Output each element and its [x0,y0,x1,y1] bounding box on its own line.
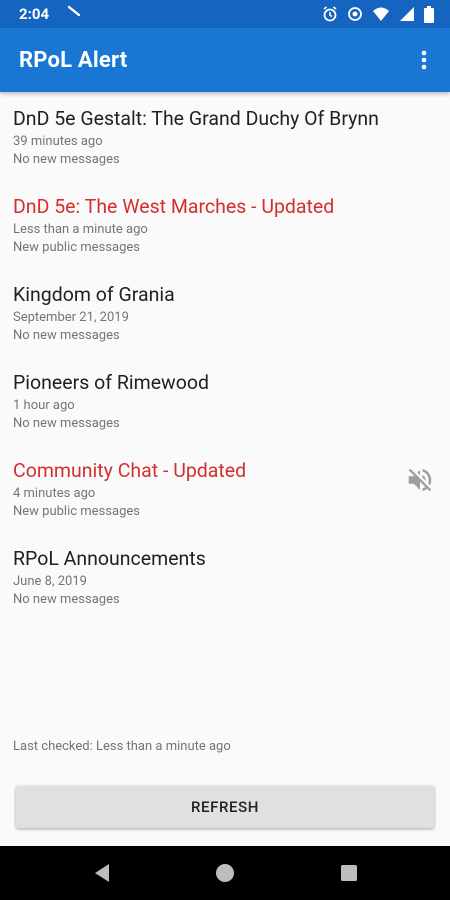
game-title: Pioneers of Rimewood [13,371,209,394]
game-time: June 8, 2019 [13,574,87,589]
game-time: 4 minutes ago [13,486,96,501]
game-title: RPoL Announcements [13,547,206,570]
game-time: 39 minutes ago [13,134,103,149]
game-status: New public messages [13,504,140,519]
recents-icon [341,865,357,881]
game-title: Kingdom of Grania [13,283,175,306]
refresh-button[interactable]: REFRESH [16,786,434,828]
recents-button[interactable] [337,861,361,885]
list-item[interactable]: Community Chat - Updated 4 minutes ago N… [0,444,450,532]
wifi-icon [372,6,390,22]
status-time: 2:04 [19,5,50,23]
game-title: Community Chat - Updated [13,459,247,482]
home-button[interactable] [213,861,237,885]
overflow-menu-button[interactable] [410,40,438,80]
battery-icon [424,5,434,23]
app-bar: RPoL Alert [0,28,450,92]
list-item[interactable]: DnD 5e Gestalt: The Grand Duchy Of Brynn… [0,92,450,180]
last-checked-text: Last checked: Less than a minute ago [13,739,231,754]
back-icon [95,864,109,882]
list-item[interactable]: Kingdom of Grania September 21, 2019 No … [0,268,450,356]
overflow-menu-icon [421,50,427,70]
alarm-icon [322,6,338,22]
mute-button[interactable] [404,464,436,496]
signal-icon [399,6,415,22]
game-time: 1 hour ago [13,398,75,413]
game-time: Less than a minute ago [13,222,148,237]
game-status: No new messages [13,328,120,343]
volume-off-icon [408,468,432,492]
game-status: No new messages [13,592,120,607]
navigation-bar [0,846,450,900]
back-button[interactable] [90,861,114,885]
app-title: RPoL Alert [19,47,128,73]
home-icon [216,864,234,882]
game-title: DnD 5e: The West Marches - Updated [13,195,335,218]
game-title: DnD 5e Gestalt: The Grand Duchy Of Brynn [13,107,379,130]
notification-icon [67,5,81,23]
data-saver-icon [347,6,363,22]
game-status: New public messages [13,240,140,255]
status-bar: 2:04 [0,0,450,28]
list-item[interactable]: DnD 5e: The West Marches - Updated Less … [0,180,450,268]
list-item[interactable]: RPoL Announcements June 8, 2019 No new m… [0,532,450,620]
game-status: No new messages [13,152,120,167]
game-time: September 21, 2019 [13,310,129,325]
game-status: No new messages [13,416,120,431]
game-list: DnD 5e Gestalt: The Grand Duchy Of Brynn… [0,92,450,620]
list-item[interactable]: Pioneers of Rimewood 1 hour ago No new m… [0,356,450,444]
